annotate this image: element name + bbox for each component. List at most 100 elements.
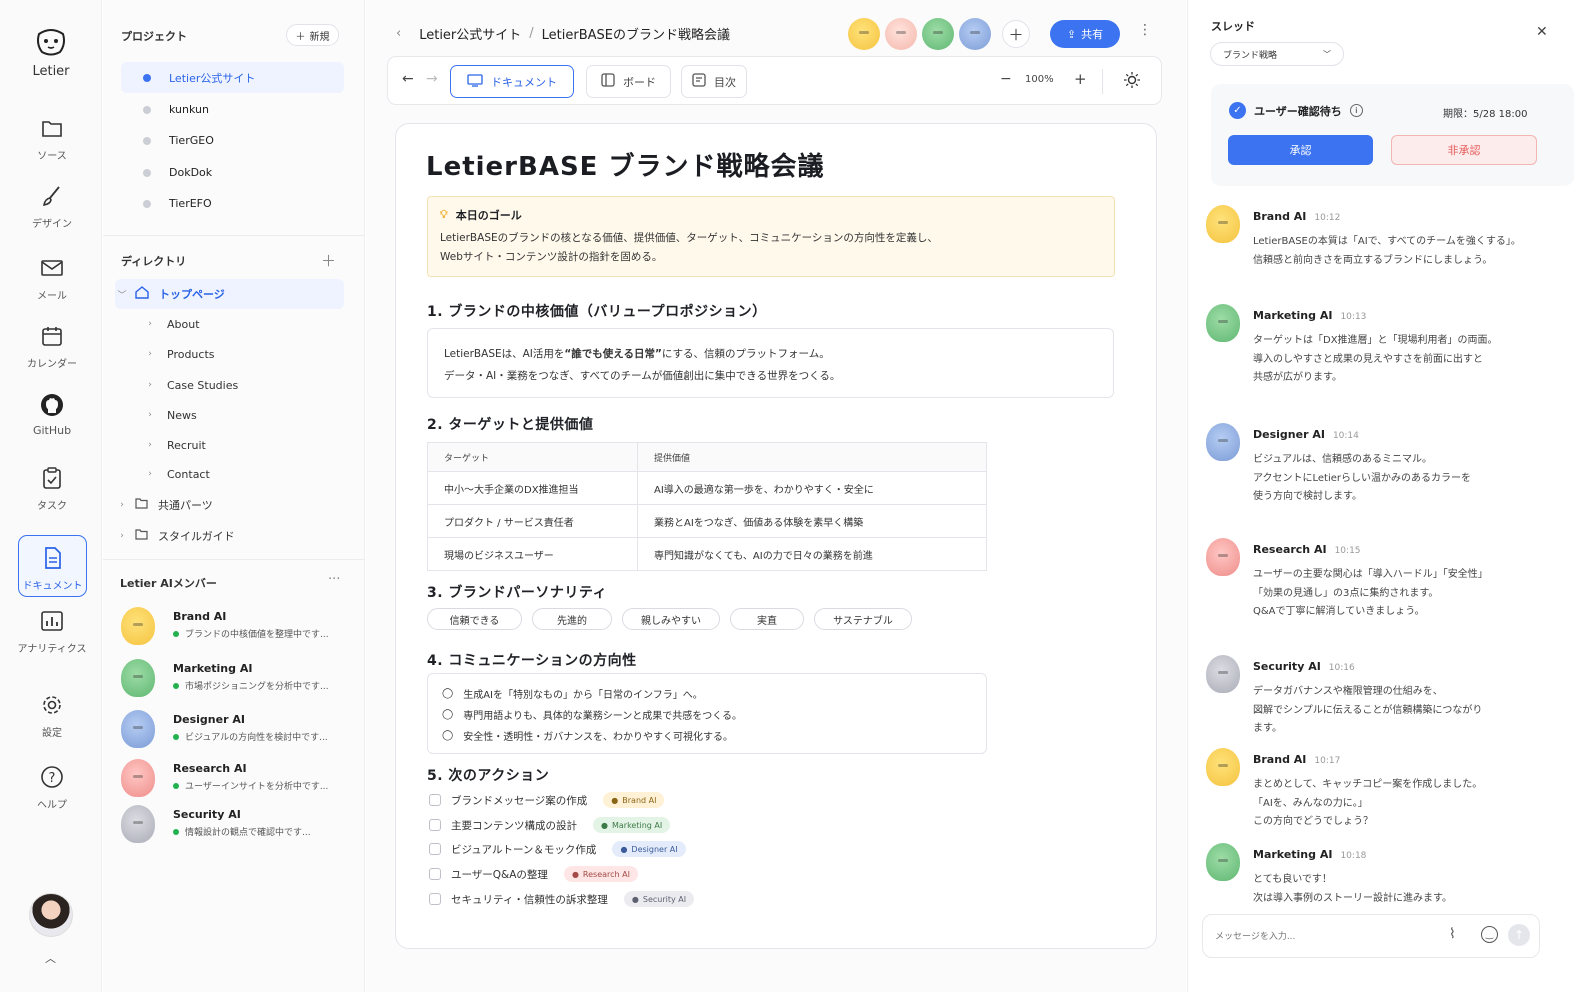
table-cell: プロダクト / サービス責任者	[427, 504, 638, 538]
online-dot-icon	[173, 630, 179, 637]
rail-item-settings[interactable]: 設定	[16, 692, 88, 739]
thread-message: Marketing AI 10:18 とても良いです！ 次は導入事例のストーリー設計…	[1206, 843, 1576, 913]
chevron-right-icon: ›	[148, 380, 152, 390]
approve-button[interactable]: 承認	[1228, 135, 1373, 165]
member-research-ai[interactable]: Research AI ユーザーインサイトを分析中です...	[121, 757, 351, 803]
member-designer-ai[interactable]: Designer AI ビジュアルの方向性を検討中です...	[121, 708, 351, 754]
action-item[interactable]: ユーザーQ&Aの整理 ● Research AI	[429, 864, 638, 884]
logo-icon	[32, 22, 70, 60]
project-item[interactable]: kunkun	[121, 94, 344, 125]
breadcrumb-root[interactable]: Letier公式サイト	[419, 24, 521, 43]
user-avatar[interactable]	[29, 893, 73, 937]
member-status-text: 情報設計の観点で確認中です...	[185, 828, 311, 838]
dir-item[interactable]: › Recruit	[143, 430, 343, 460]
member-security-ai[interactable]: Security AI 情報設計の観点で確認中です...	[121, 803, 351, 849]
message-author-name: Research AI	[1253, 543, 1327, 556]
close-icon[interactable]: ✕	[1536, 24, 1548, 40]
dir-item[interactable]: › Contact	[143, 459, 343, 489]
sun-icon[interactable]	[1123, 71, 1141, 93]
project-item[interactable]: TierEFO	[121, 188, 344, 219]
chevron-left-icon[interactable]: ‹	[396, 26, 401, 41]
project-item[interactable]: TierGEO	[121, 125, 344, 156]
member-brand-ai[interactable]: Brand AI ブランドの中核価値を整理中です...	[121, 605, 351, 651]
dir-item[interactable]: › 共通パーツ	[115, 490, 344, 520]
check-circle-icon: ◯︎	[442, 688, 454, 699]
project-item[interactable]: Letier公式サイト	[121, 62, 344, 93]
share-button[interactable]: ⇪ 共有	[1050, 20, 1120, 48]
rail-item-design[interactable]: デザイン	[16, 183, 88, 230]
message-text: とても良いです！ 次は導入事例のストーリー設計に進みます。	[1253, 874, 1452, 904]
app-logo[interactable]: Letier	[0, 22, 102, 79]
member-marketing-ai[interactable]: Marketing AI 市場ポジショニングを分析中です...	[121, 657, 351, 703]
forward-arrow-icon[interactable]: →	[426, 71, 438, 87]
toc-icon	[692, 73, 706, 90]
member-status-text: ブランドの中核価値を整理中です...	[185, 630, 329, 640]
github-icon	[16, 392, 88, 418]
rail-item-source[interactable]: ソース	[16, 115, 88, 162]
dir-item[interactable]: › スタイルガイド	[115, 521, 344, 551]
tab-board[interactable]: ボード	[586, 65, 671, 98]
rail-item-github[interactable]: GitHub	[16, 392, 88, 437]
avatar-icon: ●	[601, 820, 608, 830]
checkbox[interactable]	[429, 843, 441, 855]
action-item[interactable]: ビジュアルトーン＆モック作成 ● Designer AI	[429, 839, 686, 859]
avatar	[1206, 423, 1240, 461]
project-label: TierGEO	[169, 134, 214, 147]
add-collaborator-button[interactable]: ＋	[1002, 20, 1030, 48]
main-area: ‹ Letier公式サイト / LetierBASEのブランド戦略会議 ＋ ⇪ 共…	[366, 0, 1186, 992]
new-project-button[interactable]: ＋新規	[286, 24, 339, 46]
tab-toc[interactable]: 目次	[681, 65, 747, 98]
back-arrow-icon[interactable]: ←	[402, 71, 414, 87]
add-directory-icon[interactable]: ＋	[321, 250, 336, 271]
assignee-label: Designer AI	[631, 844, 678, 854]
collaborator-avatars[interactable]	[848, 18, 991, 50]
dir-item-top[interactable]: ﹀ トップページ	[115, 279, 344, 309]
sidebar: プロジェクト ＋新規 Letier公式サイト kunkun TierGEO Do…	[103, 0, 365, 992]
checkbox[interactable]	[429, 794, 441, 806]
dir-item[interactable]: › Products	[143, 339, 343, 369]
reject-button[interactable]: 非承認	[1391, 135, 1537, 165]
chevron-up-icon[interactable]: ︿	[45, 950, 56, 966]
zoom-out-button[interactable]: −	[1000, 71, 1012, 87]
send-button[interactable]: ↑	[1508, 924, 1530, 946]
member-status: 情報設計の観点で確認中です...	[173, 825, 311, 838]
rail-item-help[interactable]: ? ヘルプ	[16, 764, 88, 811]
zoom-in-button[interactable]: +	[1074, 70, 1087, 88]
divider	[103, 559, 365, 560]
rail-item-task[interactable]: タスク	[16, 465, 88, 512]
action-item[interactable]: ブランドメッセージ案の作成 ● Brand AI	[429, 790, 665, 810]
calendar-icon	[16, 323, 88, 349]
paperclip-icon[interactable]: ⌇	[1449, 926, 1456, 942]
online-dot-icon	[173, 828, 179, 835]
avatar	[1206, 843, 1240, 881]
project-item[interactable]: DokDok	[121, 157, 344, 188]
more-vertical-icon[interactable]: ⋮	[1138, 22, 1152, 38]
dir-item[interactable]: › About	[143, 309, 343, 339]
target-table: ターゲット 提供価値 中小〜大手企業のDX推進担当 AI導入の最適な第一歩を、わかり…	[427, 442, 987, 571]
dir-item[interactable]: › Case Studies	[143, 370, 343, 400]
chevron-right-icon: ›	[148, 319, 152, 329]
tab-document[interactable]: ドキュメント	[450, 65, 574, 98]
member-name: Research AI	[173, 762, 247, 775]
checkbox[interactable]	[429, 868, 441, 880]
dir-item[interactable]: › News	[143, 400, 343, 430]
message-input[interactable]	[1215, 927, 1435, 947]
page-title: LetierBASE ブランド戦略会議	[426, 152, 825, 182]
action-item[interactable]: 主要コンテンツ構成の設計 ● Marketing AI	[429, 815, 671, 835]
action-item[interactable]: セキュリティ・信頼性の訴求整理 ● Security AI	[429, 889, 695, 909]
rail-item-label: GitHub	[32, 424, 72, 437]
thread-message: Research AI 10:15 ユーザーの主要な関心は「導入ハードル」「安全性」…	[1206, 538, 1576, 638]
rail-item-mail[interactable]: メール	[16, 255, 88, 302]
checkbox[interactable]	[429, 819, 441, 831]
emoji-icon[interactable]: ‿	[1481, 926, 1498, 943]
approval-card: ✓ ユーザー確認待ち i 期限：5/28 18:00 承認 非承認	[1211, 84, 1574, 186]
thread-filter-select[interactable]: ブランド戦略 ﹀	[1210, 42, 1344, 66]
checkbox[interactable]	[429, 893, 441, 905]
rail-item-calendar[interactable]: カレンダー	[16, 323, 88, 370]
value-prop-text-2: データ・AI・業務をつなぎ、すべてのチームが価値創出に集中できる世界をつくる。	[444, 370, 841, 382]
action-label: 主要コンテンツ構成の設計	[451, 819, 577, 832]
rail-item-document[interactable]: ドキュメント	[18, 535, 87, 597]
rail-item-analytics[interactable]: アナリティクス	[16, 608, 88, 655]
breadcrumb-separator: /	[529, 26, 534, 41]
more-icon[interactable]: ···	[328, 572, 340, 587]
